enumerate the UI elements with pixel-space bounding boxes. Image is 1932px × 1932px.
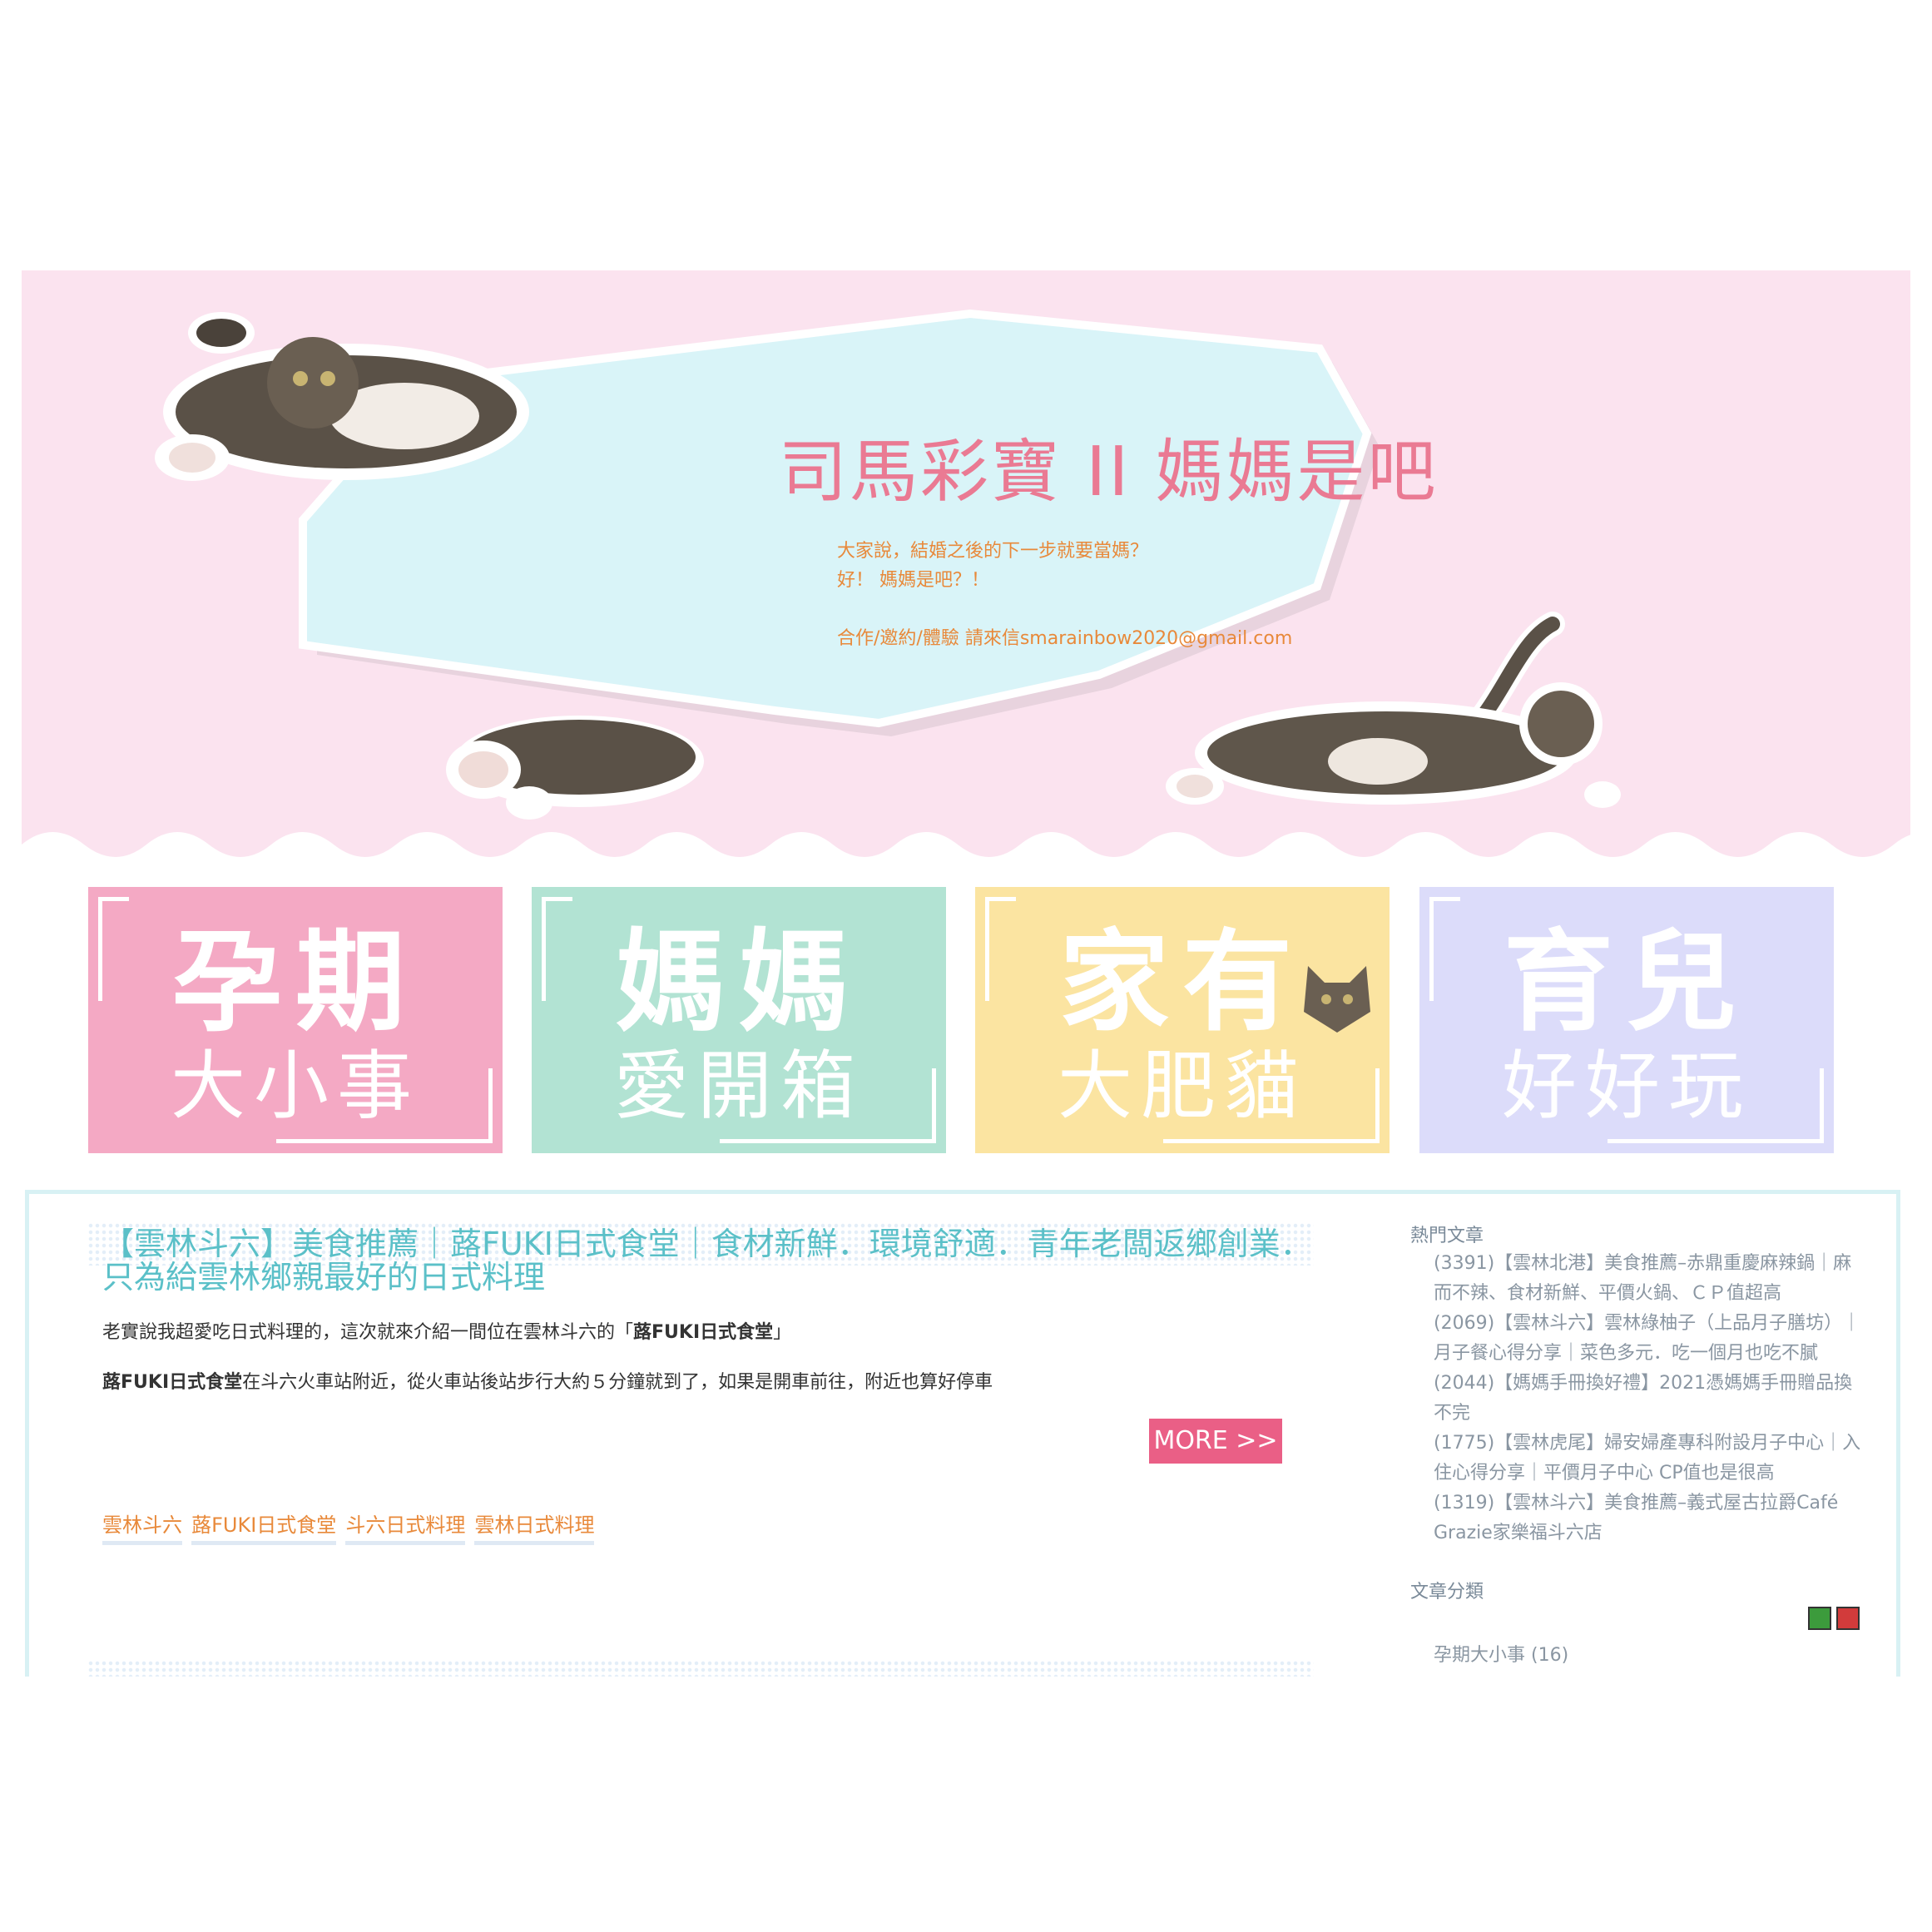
site-description-line: 大家說，結婚之後的下一步就要當媽？ xyxy=(837,541,1149,562)
collapse-all-icon[interactable] xyxy=(1836,1607,1860,1630)
tile-title: 育兒 xyxy=(1503,919,1750,1047)
tile-title: 媽媽 xyxy=(616,919,862,1047)
post-paragraph: 老實說我超愛吃日式料理的，這次就來介紹一間位在雲林斗六的「蕗FUKI日式食堂」 xyxy=(102,1317,791,1344)
tag-link[interactable]: 蕗FUKI日式食堂 xyxy=(191,1508,337,1545)
tag-link[interactable]: 雲林日式料理 xyxy=(474,1508,595,1545)
category-tile-pregnancy[interactable]: 孕期 大小事 xyxy=(88,887,503,1153)
post-tags: 雲林斗六 蕗FUKI日式食堂 斗六日式料理 雲林日式料理 xyxy=(102,1508,599,1545)
category-tiles: 孕期 大小事 媽媽 愛開箱 家有 大肥貓 育兒 好好玩 xyxy=(88,887,1835,1153)
header-banner: 司馬彩寶 II 媽媽是吧 大家說，結婚之後的下一步就要當媽？ 好！ 媽媽是吧？！… xyxy=(22,270,1910,869)
site-title[interactable]: 司馬彩寶 II 媽媽是吧 xyxy=(779,416,1439,515)
post-text: 」 xyxy=(773,1322,792,1343)
post-text: 老實說我超愛吃日式料理的，這次就來介紹一間位在雲林斗六的「 xyxy=(102,1322,634,1343)
tile-subtitle: 大小事 xyxy=(171,1043,420,1130)
tag-link[interactable]: 雲林斗六 xyxy=(102,1508,182,1545)
categories-heading: 文章分類 xyxy=(1410,1582,1484,1603)
post-text-bold: 蕗FUKI日式食堂 xyxy=(633,1322,774,1343)
popular-posts-heading: 熱門文章 xyxy=(1410,1226,1484,1246)
popular-post-link[interactable]: (1319)【雲林斗六】美食推薦–義式屋古拉爵Café Grazie家樂福斗六店 xyxy=(1434,1489,1866,1548)
contact-email-line: 合作/邀約/體驗 請來信smarainbow2020@gmail.com xyxy=(837,628,1293,649)
frame-corner xyxy=(1608,1139,1824,1143)
post-title-link[interactable]: 【雲林斗六】美食推薦｜蕗FUKI日式食堂｜食材新鮮．環境舒適．青年老闆返鄉創業．… xyxy=(102,1227,1317,1294)
frame-corner xyxy=(1163,1139,1380,1143)
tile-subtitle: 大肥貓 xyxy=(1058,1043,1307,1130)
tile-title: 孕期 xyxy=(172,919,419,1047)
popular-post-link[interactable]: (2044)【媽媽手冊換好禮】2021憑媽媽手冊贈品換不完 xyxy=(1434,1369,1866,1429)
site-description-line: 好！ 媽媽是吧？！ xyxy=(837,570,989,591)
cat-photo-top-left xyxy=(155,312,529,481)
popular-post-link[interactable]: (2069)【雲林斗六】雲林綠柚子（上品月子膳坊）｜月子餐心得分享｜菜色多元．吃… xyxy=(1434,1309,1866,1369)
frame-corner xyxy=(276,1139,493,1143)
post-paragraph: 蕗FUKI日式食堂在斗六火車站附近，從火車站後站步行大約５分鐘就到了，如果是開車… xyxy=(102,1367,993,1394)
tag-link[interactable]: 斗六日式料理 xyxy=(345,1508,466,1545)
category-tile-mom-unboxing[interactable]: 媽媽 愛開箱 xyxy=(532,887,946,1153)
site-description: 大家說，結婚之後的下一步就要當媽？ 好！ 媽媽是吧？！ 合作/邀約/體驗 請來信… xyxy=(837,537,1292,653)
tile-subtitle: 好好玩 xyxy=(1502,1043,1751,1130)
more-button[interactable]: MORE >> xyxy=(1149,1419,1282,1464)
popular-post-link[interactable]: (3391)【雲林北港】美食推薦–赤鼎重慶麻辣鍋｜麻而不辣、食材新鮮、平價火鍋、… xyxy=(1434,1249,1866,1309)
post-text: 在斗六火車站附近，從火車站後站步行大約５分鐘就到了，如果是開車前往，附近也算好停… xyxy=(242,1372,993,1393)
dotted-divider xyxy=(87,1660,1314,1677)
tile-subtitle: 愛開箱 xyxy=(614,1043,864,1130)
category-tile-parenting[interactable]: 育兒 好好玩 xyxy=(1419,887,1834,1153)
main-content: 【雲林斗六】美食推薦｜蕗FUKI日式食堂｜食材新鮮．環境舒適．青年老闆返鄉創業．… xyxy=(25,1190,1900,1677)
cat-face-icon xyxy=(1304,966,1370,1033)
post-text-bold: 蕗FUKI日式食堂 xyxy=(102,1372,243,1393)
expand-all-icon[interactable] xyxy=(1808,1607,1831,1630)
popular-posts-list: (3391)【雲林北港】美食推薦–赤鼎重慶麻辣鍋｜麻而不辣、食材新鮮、平價火鍋、… xyxy=(1434,1249,1866,1548)
popular-post-link[interactable]: (1775)【雲林虎尾】婦安婦產專科附設月子中心｜入住心得分享｜平價月子中心 C… xyxy=(1434,1429,1866,1489)
wave-divider xyxy=(22,832,1910,869)
category-item-pregnancy[interactable]: 孕期大小事 (16) xyxy=(1434,1640,1568,1667)
frame-corner xyxy=(720,1139,936,1143)
category-tile-fat-cat[interactable]: 家有 大肥貓 xyxy=(975,887,1390,1153)
cat-photo-bottom-middle xyxy=(446,716,704,820)
